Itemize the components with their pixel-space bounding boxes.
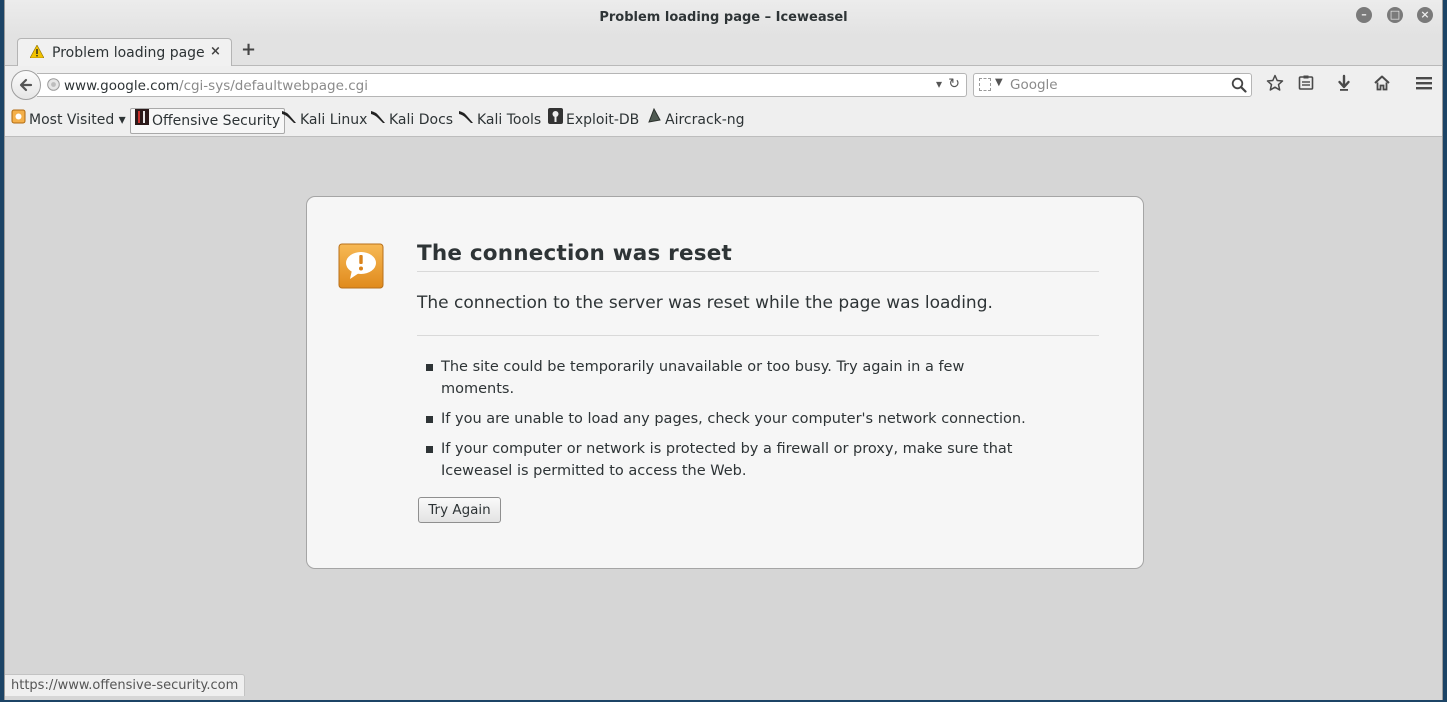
bookmark-kali-docs[interactable]: Kali Docs [366,108,457,134]
error-suggestion-list: The site could be temporarily unavailabl… [417,356,1037,490]
exploit-db-icon [548,108,563,132]
tab-close-icon[interactable]: × [210,44,221,59]
error-panel: The connection was reset The connection … [306,196,1144,569]
close-window-icon[interactable]: × [1417,7,1433,23]
search-bar[interactable]: ▼ [973,73,1252,97]
error-title: The connection was reset [417,241,1099,272]
bookmarks-menu-icon[interactable] [1295,74,1317,96]
bookmark-kali-tools[interactable]: Kali Tools [454,108,545,134]
aircrack-ng-icon [647,107,662,132]
url-history-dropdown-icon[interactable]: ▾ [936,77,942,91]
window-title: Problem loading page – Iceweasel [599,10,848,25]
bookmark-kali-linux[interactable]: Kali Linux [277,108,371,134]
page-content: The connection was reset The connection … [5,137,1442,700]
tab-strip: Problem loading page × + [5,36,1442,67]
kali-dragon-icon [370,108,386,132]
menu-hamburger-icon[interactable] [1413,74,1435,96]
error-description: The connection to the server was reset w… [417,293,1099,336]
bookmark-offensive-security[interactable]: Offensive Security [130,108,286,134]
search-input[interactable] [1008,76,1223,94]
search-engine-dropdown-icon[interactable]: ▼ [995,77,1003,88]
tab-problem-loading[interactable]: Problem loading page × [17,38,232,67]
home-icon[interactable] [1371,74,1393,96]
back-button[interactable] [11,70,41,100]
list-item: The site could be temporarily unavailabl… [417,356,1037,400]
offensive-security-icon [135,109,149,133]
error-speech-bubble-icon [338,243,384,293]
warning-icon [29,44,45,62]
navigation-bar: www.google.com/cgi-sys/defaultwebpage.cg… [5,66,1442,104]
url-text[interactable]: www.google.com/cgi-sys/defaultwebpage.cg… [64,78,368,94]
title-bar: Problem loading page – Iceweasel – □ × [5,0,1442,36]
most-visited-icon [11,108,26,132]
new-tab-button[interactable]: + [241,39,256,60]
maximize-icon[interactable]: □ [1387,7,1403,23]
bookmark-most-visited[interactable]: Most Visited ▾ [7,108,130,134]
bookmarks-toolbar: Most Visited ▾ Offensive Security Kali L… [5,104,1442,137]
reload-icon[interactable]: ↻ [948,76,960,92]
list-item: If you are unable to load any pages, che… [417,408,1037,430]
globe-icon [47,78,60,95]
kali-dragon-icon [458,108,474,132]
bookmark-star-icon[interactable] [1264,74,1286,96]
try-again-button[interactable]: Try Again [418,497,501,523]
bookmark-aircrack-ng[interactable]: Aircrack-ng [643,107,749,134]
minimize-icon[interactable]: – [1356,7,1372,23]
url-bar[interactable]: www.google.com/cgi-sys/defaultwebpage.cg… [37,73,967,97]
browser-window: Problem loading page – Iceweasel – □ × P… [4,0,1443,700]
list-item: If your computer or network is protected… [417,438,1037,482]
back-arrow-icon [19,78,33,92]
kali-dragon-icon [281,108,297,132]
downloads-icon[interactable] [1333,74,1355,96]
status-bar: https://www.offensive-security.com [5,674,246,696]
tab-label: Problem loading page [52,45,205,61]
search-engine-icon[interactable] [979,78,991,91]
search-icon[interactable] [1231,77,1247,97]
bookmark-exploit-db[interactable]: Exploit-DB [544,108,643,134]
